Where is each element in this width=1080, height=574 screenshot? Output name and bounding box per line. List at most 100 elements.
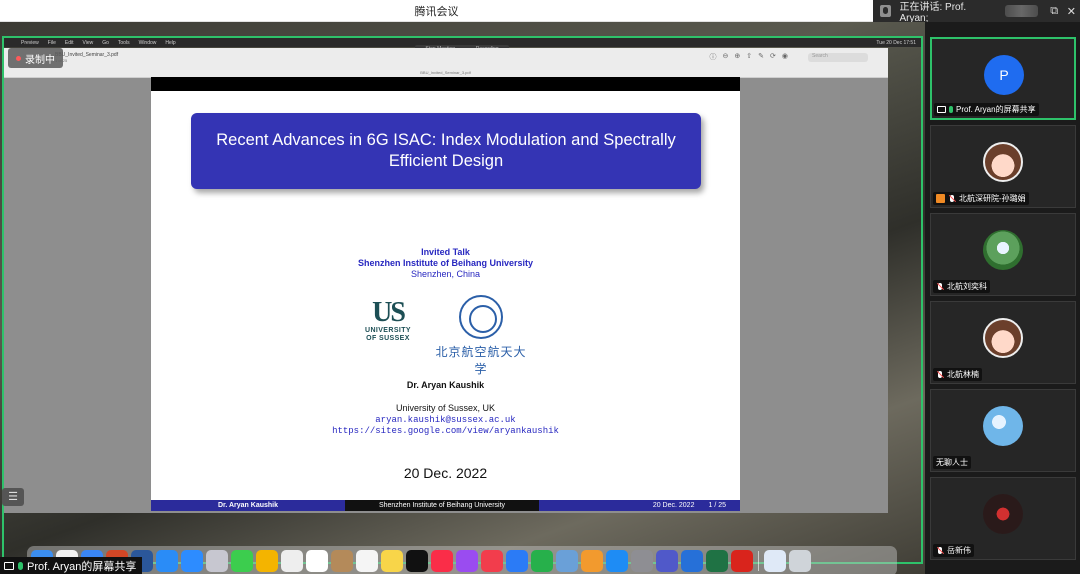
slide-footer: Dr. Aryan Kaushik Shenzhen Institute of … bbox=[151, 500, 740, 511]
slide-speaker-name: Dr. Aryan Kaushik bbox=[406, 380, 485, 390]
safari-icon[interactable] bbox=[156, 550, 178, 572]
mic-active-icon bbox=[949, 106, 953, 113]
zoom-in-icon[interactable]: ⊕ bbox=[734, 52, 740, 62]
slide-title: Recent Advances in 6G ISAC: Index Modula… bbox=[191, 113, 701, 189]
downloads-icon[interactable] bbox=[764, 550, 786, 572]
mac-menu-tools[interactable]: Tools bbox=[118, 40, 130, 46]
numbers-icon[interactable] bbox=[531, 550, 553, 572]
participant-name: 北航深研院-孙璐娟 bbox=[959, 194, 1026, 203]
dock-separator bbox=[758, 551, 759, 571]
participant-tile[interactable]: 无聊人士 bbox=[930, 389, 1076, 472]
mac-menu-edit[interactable]: Edit bbox=[65, 40, 74, 46]
window-title: 腾讯会议 bbox=[414, 5, 459, 18]
speaking-label: 正在讲话: Prof. Aryan; bbox=[899, 2, 967, 24]
preview-tools: ⓘ ⊖ ⊕ ⇧ ✎ ⟳ ◉ bbox=[710, 52, 788, 62]
footer-page: 1 / 25 bbox=[708, 502, 726, 509]
preview-icon[interactable] bbox=[556, 550, 578, 572]
mic-muted-icon bbox=[936, 546, 944, 555]
avatar bbox=[983, 142, 1023, 182]
acrobat-icon[interactable] bbox=[731, 550, 753, 572]
calendar-icon[interactable] bbox=[306, 550, 328, 572]
footer-date: 20 Dec. 2022 bbox=[652, 502, 695, 509]
participant-label: Prof. Aryan的屏幕共享 bbox=[934, 103, 1039, 116]
screen-share-label: Prof. Aryan的屏幕共享 bbox=[0, 557, 143, 574]
onedrive-icon[interactable] bbox=[681, 550, 703, 572]
preview-search-input[interactable]: Search bbox=[808, 53, 868, 62]
teams-icon[interactable] bbox=[656, 550, 678, 572]
photos-icon[interactable] bbox=[256, 550, 278, 572]
restore-window-icon[interactable]: ⧉ bbox=[1046, 5, 1063, 18]
participant-tile[interactable]: 北航林楠 bbox=[930, 301, 1076, 384]
mac-menu-go[interactable]: Go bbox=[102, 40, 109, 46]
excel-icon[interactable] bbox=[706, 550, 728, 572]
avatar bbox=[983, 494, 1023, 534]
slide-institute: Shenzhen Institute of Beihang University bbox=[357, 258, 534, 268]
screen-share-icon bbox=[4, 561, 14, 570]
zoom-icon[interactable] bbox=[181, 550, 203, 572]
slide-top-band bbox=[151, 77, 740, 91]
zoom-out-icon[interactable]: ⊖ bbox=[723, 52, 729, 62]
reminders-icon[interactable] bbox=[356, 550, 378, 572]
podcasts-icon[interactable] bbox=[456, 550, 478, 572]
rotate-icon[interactable]: ⟳ bbox=[770, 52, 776, 62]
recording-dot-icon bbox=[16, 55, 21, 61]
pdf-slide: Recent Advances in 6G ISAC: Index Modula… bbox=[151, 77, 740, 511]
trash-icon[interactable] bbox=[789, 550, 811, 572]
slide-affiliation: University of Sussex, UK bbox=[395, 403, 496, 413]
mac-menu-window[interactable]: Window bbox=[139, 40, 157, 46]
slide-website: https://sites.google.com/view/aryankaush… bbox=[332, 426, 559, 436]
participant-name: 北航林楠 bbox=[947, 370, 979, 379]
mac-menu-file[interactable]: File bbox=[48, 40, 56, 46]
info-icon[interactable]: ⓘ bbox=[710, 52, 717, 62]
notes-icon[interactable] bbox=[381, 550, 403, 572]
beihang-seal-icon bbox=[459, 295, 503, 339]
photos2-icon[interactable] bbox=[281, 550, 303, 572]
participant-label: 北航林楠 bbox=[933, 368, 982, 381]
messages-icon[interactable] bbox=[231, 550, 253, 572]
slide-email: aryan.kaushik@sussex.ac.uk bbox=[375, 415, 516, 425]
list-menu-icon[interactable]: ☰ bbox=[2, 488, 24, 506]
speaker-bar: 正在讲话: Prof. Aryan; ⧉ ✕ bbox=[873, 0, 1080, 24]
participant-label: 北航深研院-孙璐娟 bbox=[933, 192, 1029, 205]
footer-right: 20 Dec. 2022 1 / 25 bbox=[539, 500, 740, 511]
settings-icon[interactable] bbox=[631, 550, 653, 572]
tencent-meeting-window: 腾讯会议 正在讲话: Prof. Aryan; ⧉ ✕ Preview File… bbox=[0, 0, 1080, 574]
participant-name: 岳新伟 bbox=[947, 546, 971, 555]
launchpad-icon[interactable] bbox=[206, 550, 228, 572]
participant-tile[interactable]: 北航刘奕科 bbox=[930, 213, 1076, 296]
markup-icon[interactable]: ✎ bbox=[758, 52, 764, 62]
avatar bbox=[983, 406, 1023, 446]
host-badge-icon bbox=[936, 194, 945, 203]
mac-menu-help[interactable]: Help bbox=[165, 40, 175, 46]
keynote-icon[interactable] bbox=[506, 550, 528, 572]
pages-icon[interactable] bbox=[581, 550, 603, 572]
preview-toolbar: BBU_Invited_Seminar_3.pdf 1 of 25 ⓘ ⊖ ⊕ … bbox=[3, 48, 888, 78]
mac-clock: Tue 20 Dec 17:51 bbox=[876, 39, 916, 46]
participant-label: 无聊人士 bbox=[933, 456, 971, 469]
beihang-university-logo: 北京航空航天大学 bbox=[431, 295, 531, 377]
highlight-icon[interactable]: ◉ bbox=[782, 52, 788, 62]
participant-tile[interactable]: 北航深研院-孙璐娟 bbox=[930, 125, 1076, 208]
participant-tile[interactable]: P Prof. Aryan的屏幕共享 bbox=[930, 37, 1076, 120]
mac-menu-view[interactable]: View bbox=[82, 40, 93, 46]
close-window-icon[interactable]: ✕ bbox=[1063, 5, 1080, 18]
blurred-name bbox=[1005, 5, 1038, 17]
news-icon[interactable] bbox=[481, 550, 503, 572]
appstore-icon[interactable] bbox=[606, 550, 628, 572]
mac-dock bbox=[27, 546, 897, 574]
participant-name: 北航刘奕科 bbox=[947, 282, 987, 291]
mic-active-icon bbox=[18, 561, 23, 570]
footer-author: Dr. Aryan Kaushik bbox=[151, 500, 345, 511]
mic-muted-icon bbox=[936, 370, 944, 379]
participant-panel: P Prof. Aryan的屏幕共享 北航深研院-孙璐娟 北航刘奕科 北航林楠 … bbox=[925, 22, 1080, 574]
appletv-icon[interactable] bbox=[406, 550, 428, 572]
university-of-sussex-logo: US UNIVERSITY OF SUSSEX bbox=[364, 297, 411, 343]
participant-tile[interactable]: 岳新伟 bbox=[930, 477, 1076, 560]
recording-badge-label: 录制中 bbox=[25, 54, 55, 66]
contacts-icon[interactable] bbox=[331, 550, 353, 572]
mac-menu-preview[interactable]: Preview bbox=[21, 40, 39, 46]
slide-invited-talk: Invited Talk bbox=[421, 247, 470, 257]
music-icon[interactable] bbox=[431, 550, 453, 572]
speaker-avatar-icon bbox=[880, 5, 892, 17]
share-icon[interactable]: ⇧ bbox=[746, 52, 752, 62]
